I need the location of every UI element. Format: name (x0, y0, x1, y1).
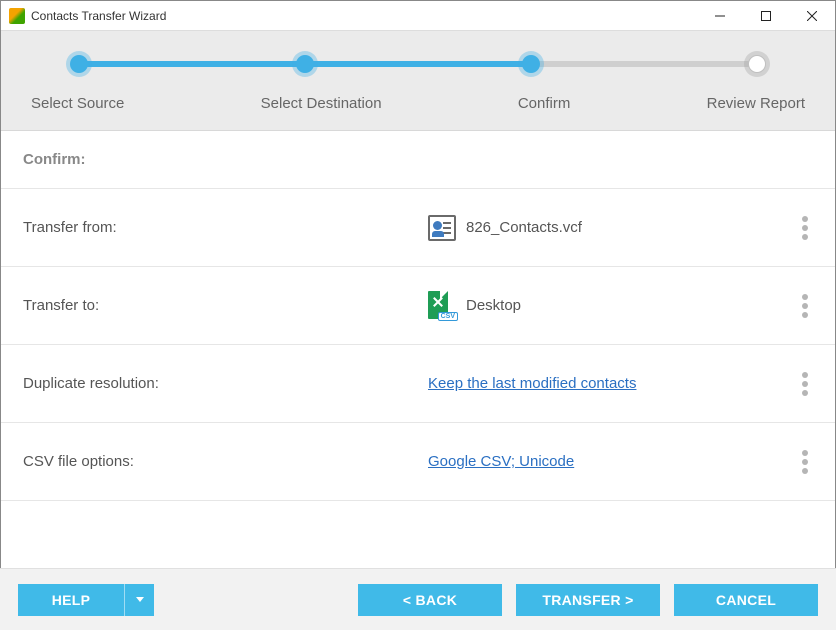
label-transfer-to: Transfer to: (23, 297, 428, 314)
step-label-select-source: Select Source (31, 95, 124, 112)
transfer-button[interactable]: TRANSFER > (516, 584, 660, 616)
window-title: Contacts Transfer Wizard (31, 9, 166, 23)
step-label-confirm: Confirm (518, 95, 571, 112)
kebab-transfer-to[interactable] (793, 294, 817, 318)
vcf-icon (428, 215, 456, 241)
value-transfer-to: Desktop (466, 297, 521, 314)
minimize-button[interactable] (697, 1, 743, 31)
kebab-csv-options[interactable] (793, 450, 817, 474)
step-node-select-source (70, 55, 88, 73)
help-button[interactable]: HELP (18, 584, 154, 616)
kebab-duplicate-resolution[interactable] (793, 372, 817, 396)
row-transfer-to: Transfer to: CSV Desktop (1, 267, 835, 345)
app-icon (9, 8, 25, 24)
footer: HELP < BACK TRANSFER > CANCEL (0, 568, 836, 630)
step-label-select-destination: Select Destination (261, 95, 382, 112)
kebab-transfer-from[interactable] (793, 216, 817, 240)
stepper: Select Source Select Destination Confirm… (1, 31, 835, 131)
csv-icon: CSV (428, 291, 456, 321)
label-csv-options: CSV file options: (23, 453, 428, 470)
label-transfer-from: Transfer from: (23, 219, 428, 236)
help-dropdown-caret[interactable] (124, 584, 154, 616)
step-label-review-report: Review Report (707, 95, 805, 112)
link-duplicate-resolution[interactable]: Keep the last modified contacts (428, 375, 636, 392)
section-heading: Confirm: (1, 131, 835, 189)
cancel-button[interactable]: CANCEL (674, 584, 818, 616)
row-csv-options: CSV file options: Google CSV; Unicode (1, 423, 835, 501)
link-csv-options[interactable]: Google CSV; Unicode (428, 453, 574, 470)
step-node-confirm (522, 55, 540, 73)
close-button[interactable] (789, 1, 835, 31)
step-node-review-report (748, 55, 766, 73)
step-node-select-destination (296, 55, 314, 73)
window-controls (697, 1, 835, 31)
value-transfer-from: 826_Contacts.vcf (466, 219, 582, 236)
back-button[interactable]: < BACK (358, 584, 502, 616)
help-button-label: HELP (18, 592, 124, 608)
row-duplicate-resolution: Duplicate resolution: Keep the last modi… (1, 345, 835, 423)
maximize-button[interactable] (743, 1, 789, 31)
titlebar: Contacts Transfer Wizard (1, 1, 835, 31)
label-duplicate-resolution: Duplicate resolution: (23, 375, 428, 392)
row-transfer-from: Transfer from: 826_Contacts.vcf (1, 189, 835, 267)
